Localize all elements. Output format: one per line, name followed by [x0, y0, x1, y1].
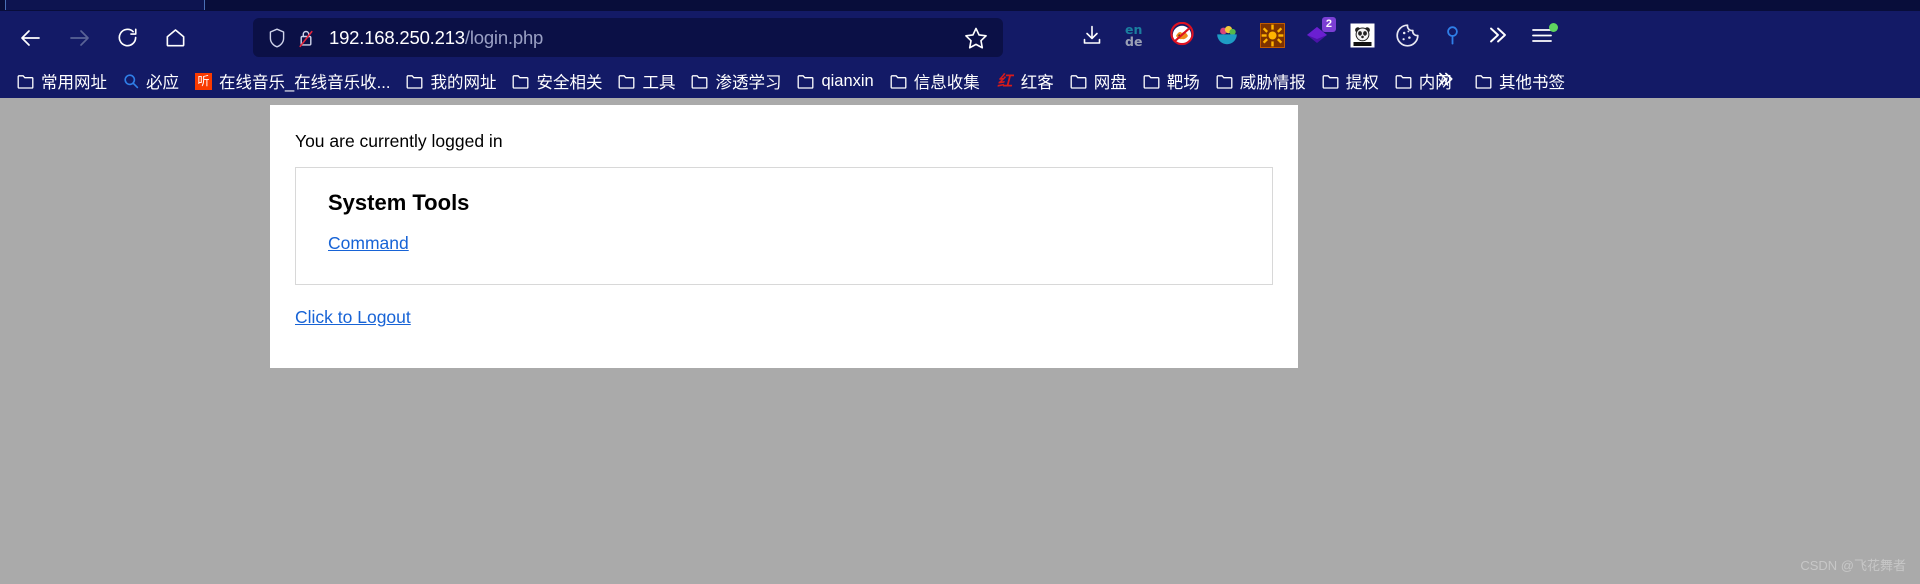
folder-icon — [797, 74, 814, 89]
command-link[interactable]: Command — [328, 233, 409, 254]
cookie-button[interactable] — [1385, 16, 1429, 60]
bookmark-wodewangzhi[interactable]: 我的网址 — [399, 67, 503, 95]
menu-update-indicator — [1549, 22, 1558, 32]
system-tools-heading: System Tools — [328, 190, 470, 215]
chevron-double-right-icon — [1434, 68, 1456, 95]
address-bar[interactable]: 192.168.250.213/login.php — [253, 18, 1003, 57]
toolbar-overflow-button[interactable] — [1475, 16, 1519, 60]
toolbar-extensions: en de 2 — [1070, 15, 1565, 60]
bookmark-label: 必应 — [146, 74, 179, 92]
page-viewport: You are currently logged in System Tools… — [0, 98, 1920, 584]
bookmark-bachang[interactable]: 靶场 — [1136, 67, 1207, 95]
bookmark-label: 靶场 — [1166, 74, 1200, 92]
fruit-bowl-button[interactable] — [1205, 16, 1249, 60]
reload-icon — [116, 26, 139, 49]
bookmark-label: qianxin — [821, 71, 874, 90]
panda-icon — [1350, 23, 1375, 53]
system-tools-panel: System Tools Command — [295, 167, 1273, 285]
folder-icon — [618, 74, 635, 89]
folder-icon — [1395, 74, 1412, 89]
back-button[interactable] — [12, 19, 50, 57]
bookmark-label: 安全相关 — [536, 74, 603, 92]
shield-icon[interactable] — [267, 27, 287, 49]
bookmark-xinxishouji[interactable]: 信息收集 — [883, 67, 987, 95]
bookmark-wangpan[interactable]: 网盘 — [1063, 67, 1134, 95]
folder-icon — [1322, 74, 1339, 89]
bookmark-label: 红客 — [1020, 74, 1054, 92]
folder-icon — [1475, 74, 1492, 89]
folder-icon — [17, 74, 34, 89]
folder-icon — [406, 74, 423, 89]
bookmark-gongju[interactable]: 工具 — [611, 67, 682, 95]
orange-gear-button[interactable] — [1250, 16, 1294, 60]
extension-badge-count: 2 — [1321, 16, 1336, 32]
back-arrow-icon — [19, 26, 43, 50]
logged-in-message: You are currently logged in — [295, 131, 503, 151]
folder-icon — [890, 74, 907, 89]
bookmark-anquanxiangguan[interactable]: 安全相关 — [505, 67, 609, 95]
chevron-double-right-icon — [1484, 22, 1510, 53]
bookmark-changyongwangzhi[interactable]: 常用网址 — [10, 67, 114, 95]
blue-pin-button[interactable] — [1430, 16, 1474, 60]
folder-icon — [691, 74, 708, 89]
cookie-icon — [1395, 23, 1420, 53]
browser-tab-active[interactable] — [5, 0, 205, 10]
folder-icon — [512, 74, 529, 89]
bookmark-label: 渗透学习 — [715, 74, 782, 92]
bookmark-label: 网盘 — [1093, 74, 1127, 92]
block-fox-button[interactable] — [1160, 16, 1204, 60]
bookmark-hongke[interactable]: 红 红客 — [989, 67, 1061, 95]
download-button[interactable] — [1070, 16, 1114, 60]
bookmark-biying[interactable]: 必应 — [116, 67, 186, 95]
download-icon — [1080, 23, 1104, 52]
forward-button[interactable] — [60, 19, 98, 57]
bookmark-label: 信息收集 — [913, 74, 980, 92]
bookmark-shentouxuexi[interactable]: 渗透学习 — [684, 67, 788, 95]
fruit-bowl-icon — [1214, 22, 1240, 53]
tab-strip — [0, 0, 1920, 11]
url-text: 192.168.250.213/login.php — [329, 27, 963, 49]
bookmark-label: 在线音乐_在线音乐收... — [219, 74, 391, 92]
logout-link[interactable]: Click to Logout — [295, 307, 411, 328]
block-fox-icon — [1169, 21, 1195, 53]
translate-en-de-icon: en de — [1122, 21, 1152, 54]
bookmark-label: 提权 — [1345, 74, 1379, 92]
translate-button[interactable]: en de — [1115, 16, 1159, 60]
url-host: 192.168.250.213 — [329, 26, 465, 48]
other-bookmarks-label: 其他书签 — [1499, 74, 1565, 92]
search-icon — [123, 73, 139, 89]
bookmark-label: 常用网址 — [41, 74, 107, 92]
bookmarks-bar: 常用网址 必应 听 在线音乐_在线音乐收... 我的网址 安全相关 工具 渗透学… — [0, 64, 1920, 98]
panda-button[interactable] — [1340, 16, 1384, 60]
folder-icon — [1216, 74, 1233, 89]
bookmark-tiquan[interactable]: 提权 — [1315, 67, 1386, 95]
bookmarks-overflow-button[interactable] — [1430, 67, 1460, 95]
bookmark-weixieqingbao[interactable]: 威胁情报 — [1209, 67, 1313, 95]
bookmark-label: 我的网址 — [430, 74, 497, 92]
home-button[interactable] — [156, 19, 194, 57]
url-path: /login.php — [464, 26, 544, 48]
svg-text:de: de — [1125, 34, 1142, 49]
other-bookmarks-folder[interactable]: 其他书签 — [1468, 67, 1572, 95]
lock-insecure-icon[interactable] — [296, 27, 316, 49]
home-icon — [164, 26, 187, 49]
music-ting-icon: 听 — [195, 72, 212, 90]
reload-button[interactable] — [108, 19, 146, 57]
folder-icon — [1070, 74, 1087, 89]
browser-chrome: 192.168.250.213/login.php en de 2 常用网址 必… — [0, 0, 1920, 98]
forward-arrow-icon — [67, 26, 91, 50]
folder-icon — [1143, 74, 1160, 89]
purple-diamond-button[interactable]: 2 — [1295, 16, 1339, 60]
app-menu-button[interactable] — [1520, 16, 1564, 60]
watermark-text: CSDN @飞花舞者 — [1800, 558, 1906, 573]
star-icon[interactable] — [963, 25, 989, 51]
bookmark-zaixianyinyue[interactable]: 听 在线音乐_在线音乐收... — [188, 67, 397, 95]
bookmark-label: 工具 — [642, 74, 676, 92]
bookmark-qianxin[interactable]: qianxin — [790, 67, 880, 95]
orange-gear-icon — [1259, 22, 1285, 53]
blue-pin-icon — [1440, 23, 1465, 53]
page-content-card: You are currently logged in System Tools… — [270, 105, 1298, 368]
hongke-icon: 红 — [997, 72, 1013, 90]
bookmark-label: 威胁情报 — [1239, 74, 1306, 92]
